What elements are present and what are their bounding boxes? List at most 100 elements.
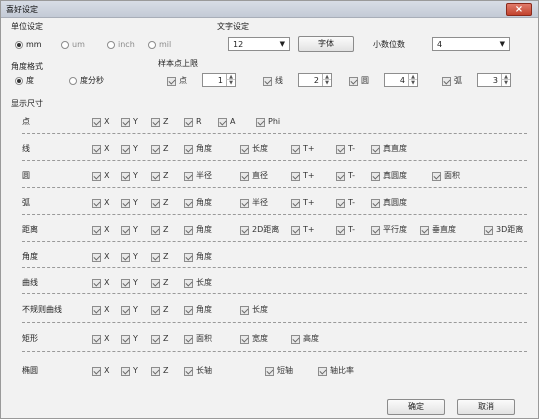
sample-limit-checkbox-opt-3[interactable]: 弧 <box>442 76 462 86</box>
radio-icon <box>107 41 115 49</box>
display-checkbox[interactable]: 2D距离 <box>240 225 279 235</box>
display-checkbox-label: Z <box>163 278 169 287</box>
display-checkbox[interactable]: 高度 <box>291 334 319 344</box>
display-checkbox[interactable]: Y <box>121 225 138 235</box>
decimals-select[interactable]: 4 ▼ <box>432 37 510 51</box>
display-checkbox[interactable]: Y <box>121 117 138 127</box>
display-checkbox[interactable]: 短轴 <box>265 366 293 376</box>
display-checkbox[interactable]: 真直度 <box>371 144 407 154</box>
display-checkbox[interactable]: X <box>92 252 109 262</box>
display-checkbox[interactable]: Y <box>121 252 138 262</box>
display-checkbox[interactable]: Z <box>151 198 168 208</box>
spin-down-icon[interactable]: ▼ <box>501 80 510 86</box>
display-checkbox[interactable]: T+ <box>291 198 315 208</box>
display-checkbox[interactable]: 面积 <box>432 171 460 181</box>
display-checkbox[interactable]: Y <box>121 334 138 344</box>
display-checkbox[interactable]: 长度 <box>184 278 212 288</box>
window-title: 喜好设定 <box>6 5 38 14</box>
unit-radio-opt-2[interactable]: inch <box>107 40 135 50</box>
display-checkbox[interactable]: Y <box>121 144 138 154</box>
display-checkbox[interactable]: 垂直度 <box>420 225 456 235</box>
display-checkbox[interactable]: 角度 <box>184 305 212 315</box>
font-button[interactable]: 字体 <box>298 36 354 52</box>
cancel-button[interactable]: 取消 <box>457 399 515 415</box>
display-checkbox[interactable]: X <box>92 366 109 376</box>
display-checkbox[interactable]: 角度 <box>184 252 212 262</box>
display-checkbox[interactable]: Z <box>151 171 168 181</box>
display-checkbox[interactable]: Y <box>121 366 138 376</box>
display-checkbox[interactable]: 长度 <box>240 144 268 154</box>
sample-limit-spinner[interactable]: 1 ▲ ▼ <box>202 73 236 87</box>
display-checkbox[interactable]: X <box>92 278 109 288</box>
spin-down-icon[interactable]: ▼ <box>226 80 235 86</box>
unit-radio-opt-3[interactable]: mil <box>148 40 171 50</box>
font-size-select[interactable]: 12 ▼ <box>228 37 290 51</box>
spin-down-icon[interactable]: ▼ <box>322 80 331 86</box>
display-checkbox[interactable]: Z <box>151 117 168 127</box>
display-checkbox[interactable]: X <box>92 144 109 154</box>
display-checkbox[interactable]: X <box>92 225 109 235</box>
display-checkbox[interactable]: 半径 <box>184 171 212 181</box>
display-checkbox[interactable]: T- <box>336 225 355 235</box>
display-checkbox[interactable]: 角度 <box>184 144 212 154</box>
display-checkbox[interactable]: 真圆度 <box>371 171 407 181</box>
sample-limit-checkbox-opt-1[interactable]: 线 <box>263 76 283 86</box>
display-checkbox[interactable]: 3D距离 <box>484 225 523 235</box>
display-checkbox[interactable]: 角度 <box>184 198 212 208</box>
sample-limit-spinner[interactable]: 4 ▲ ▼ <box>384 73 418 87</box>
ok-button[interactable]: 确定 <box>387 399 445 415</box>
display-checkbox[interactable]: 宽度 <box>240 334 268 344</box>
unit-radio-opt-0[interactable]: mm <box>15 40 42 50</box>
display-checkbox[interactable]: Phi <box>256 117 280 127</box>
sample-limit-label: 圆 <box>361 76 369 85</box>
sample-limit-spinner[interactable]: 2 ▲ ▼ <box>298 73 332 87</box>
display-checkbox[interactable]: X <box>92 305 109 315</box>
checkbox-icon <box>291 198 300 208</box>
display-checkbox[interactable]: Z <box>151 278 168 288</box>
close-button[interactable]: × <box>506 3 532 16</box>
display-row-label: 不规则曲线 <box>22 305 62 314</box>
angle-format-radio-opt-1[interactable]: 度分秒 <box>69 76 104 86</box>
sample-limit-checkbox-opt-2[interactable]: 圆 <box>349 76 369 86</box>
display-checkbox[interactable]: X <box>92 198 109 208</box>
display-checkbox[interactable]: T+ <box>291 171 315 181</box>
display-checkbox[interactable]: Y <box>121 278 138 288</box>
display-checkbox[interactable]: Z <box>151 252 168 262</box>
angle-format-radio-opt-0[interactable]: 度 <box>15 76 34 86</box>
display-checkbox[interactable]: 面积 <box>184 334 212 344</box>
display-checkbox[interactable]: Z <box>151 334 168 344</box>
display-checkbox[interactable]: T+ <box>291 144 315 154</box>
display-checkbox-label: T+ <box>303 144 315 153</box>
display-checkbox[interactable]: 轴比率 <box>318 366 354 376</box>
spin-down-icon[interactable]: ▼ <box>408 80 417 86</box>
display-checkbox[interactable]: A <box>218 117 235 127</box>
display-checkbox[interactable]: Z <box>151 366 168 376</box>
display-checkbox[interactable]: Z <box>151 305 168 315</box>
display-checkbox-label: 长度 <box>252 144 268 153</box>
display-checkbox[interactable]: T- <box>336 171 355 181</box>
display-checkbox[interactable]: X <box>92 117 109 127</box>
display-checkbox[interactable]: T- <box>336 144 355 154</box>
display-checkbox[interactable]: Y <box>121 305 138 315</box>
sample-limit-spinner[interactable]: 3 ▲ ▼ <box>477 73 511 87</box>
display-checkbox[interactable]: X <box>92 171 109 181</box>
display-checkbox[interactable]: 长轴 <box>184 366 212 376</box>
display-checkbox[interactable]: 直径 <box>240 171 268 181</box>
display-checkbox[interactable]: Y <box>121 198 138 208</box>
display-checkbox[interactable]: 平行度 <box>371 225 407 235</box>
display-checkbox[interactable]: R <box>184 117 202 127</box>
display-checkbox[interactable]: 长度 <box>240 305 268 315</box>
display-checkbox[interactable]: X <box>92 334 109 344</box>
display-checkbox[interactable]: 半径 <box>240 198 268 208</box>
display-checkbox[interactable]: 真圆度 <box>371 198 407 208</box>
unit-radio-opt-1[interactable]: um <box>61 40 85 50</box>
display-checkbox[interactable]: Y <box>121 171 138 181</box>
display-checkbox[interactable]: Z <box>151 144 168 154</box>
display-checkbox-label: 长轴 <box>196 366 212 375</box>
checkbox-icon <box>92 305 101 315</box>
display-checkbox[interactable]: T+ <box>291 225 315 235</box>
display-checkbox[interactable]: Z <box>151 225 168 235</box>
sample-limit-checkbox-opt-0[interactable]: 点 <box>167 76 187 86</box>
display-checkbox[interactable]: 角度 <box>184 225 212 235</box>
display-checkbox[interactable]: T- <box>336 198 355 208</box>
